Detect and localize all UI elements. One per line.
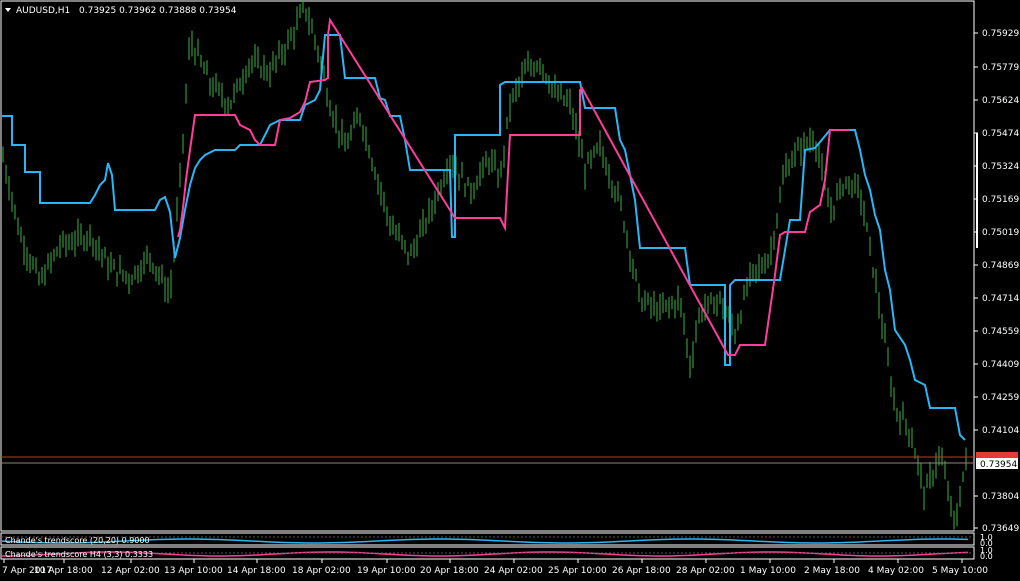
price-label: 0.74714 [982, 294, 1019, 304]
indicator-label-2: Chande's trendscore H4 (3,3) 0.3333 [5, 550, 153, 559]
chart-header: AUDUSD,H1 0.73925 0.73962 0.73888 0.7395… [5, 6, 237, 16]
time-label: 20 Apr 18:00 [420, 566, 479, 576]
time-label: 13 Apr 10:00 [164, 566, 223, 576]
indicator-scale-bottom-2: 0.0 [980, 552, 993, 561]
price-label: 0.74259 [982, 393, 1019, 403]
lower-trend-line [177, 17, 850, 356]
price-label: 0.75929 [982, 29, 1019, 39]
price-label: 0.75474 [982, 129, 1019, 139]
price-label: 0.73804 [982, 492, 1019, 502]
current-price-label: 0.73954 [980, 460, 1017, 470]
price-label: 0.74104 [982, 426, 1019, 436]
time-label: 14 Apr 18:00 [227, 566, 286, 576]
dropdown-triangle-icon[interactable] [5, 8, 11, 12]
symbol-label: AUDUSD,H1 [16, 6, 70, 16]
price-label: 0.75019 [982, 228, 1019, 238]
alert-price-badge [976, 452, 1018, 459]
time-axis: 7 Apr 201710 Apr 18:00 12 Apr 02:00 13 Apr… [2, 559, 988, 576]
time-label: 25 Apr 10:00 [548, 566, 607, 576]
price-label: 0.75169 [982, 195, 1019, 205]
time-label: 12 Apr 02:00 [101, 566, 160, 576]
main-chart-frame [0, 0, 975, 532]
price-label: 0.74409 [982, 360, 1019, 370]
chart-canvas[interactable]: AUDUSD,H1 0.73925 0.73962 0.73888 0.7395… [0, 0, 1020, 581]
ohlc-values: 0.73925 0.73962 0.73888 0.73954 [79, 6, 237, 16]
candlestick-series [2, 0, 967, 530]
time-label: 28 Apr 02:00 [676, 566, 735, 576]
time-label: 4 May 02:00 [868, 566, 924, 576]
indicator-pane-1: Chande's trendscore (20,20) 0.9000 1.0 0… [1, 533, 993, 548]
time-label: 10 Apr 18:00 [34, 566, 93, 576]
price-label: 0.75324 [982, 162, 1019, 172]
upper-trend-line [2, 34, 966, 441]
time-label: 5 May 10:00 [932, 566, 988, 576]
time-label: 2 May 18:00 [804, 566, 860, 576]
indicator-label-1: Chande's trendscore (20,20) 0.9000 [5, 536, 150, 545]
time-label: 19 Apr 10:00 [357, 566, 416, 576]
chart-shift-marker[interactable] [976, 133, 978, 248]
time-label: 24 Apr 02:00 [484, 566, 543, 576]
time-label: 26 Apr 18:00 [612, 566, 671, 576]
time-label: 18 Apr 02:00 [292, 566, 351, 576]
price-label: 0.74559 [982, 327, 1019, 337]
price-label: 0.75779 [982, 63, 1019, 73]
price-label: 0.75624 [982, 96, 1019, 106]
price-label: 0.74869 [982, 261, 1019, 271]
time-label: 1 May 10:00 [740, 566, 796, 576]
